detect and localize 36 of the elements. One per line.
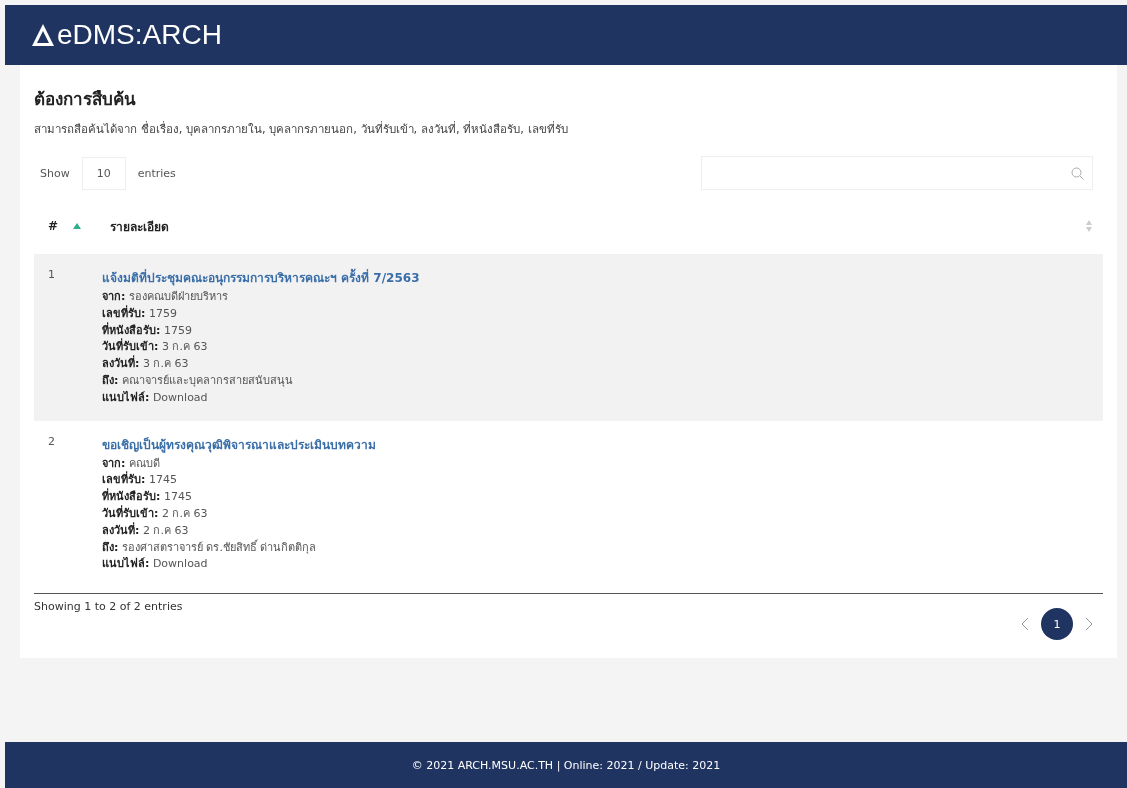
next-page-icon[interactable] <box>1085 617 1093 632</box>
row-number: 1 <box>48 268 56 283</box>
detail-line: จาก: รองคณบดีฝ่ายบริหาร <box>102 289 229 305</box>
entries-label: entries <box>137 166 176 180</box>
search-field[interactable] <box>701 156 1093 190</box>
detail-line: ลงวันที่: 3 ก.ค 63 <box>102 356 190 373</box>
detail-line: ที่หนังสือรับ: 1759 <box>102 322 193 338</box>
column-header[interactable]: รายละเอียด <box>110 216 1085 236</box>
logo-text: eDMS:ARCH <box>57 19 222 51</box>
show-label: Show <box>40 166 70 180</box>
detail-line: ที่หนังสือรับ: 1745 <box>102 489 193 505</box>
document-title-link[interactable]: ขอเชิญเป็นผู้ทรงคุณวุฒิพิจารณาและประเมินบทความ <box>102 434 376 454</box>
detail-line: วันที่รับเข้า: 2 ก.ค 63 <box>102 505 209 522</box>
detail-line: แนบไฟล์: Download <box>102 556 209 573</box>
row-number: 2 <box>48 434 56 450</box>
detail-line: วันที่รับเข้า: 3 ก.ค 63 <box>102 339 209 355</box>
detail-line: ลงวันที่: 2 ก.ค 63 <box>102 522 190 539</box>
sort-icon[interactable] <box>1085 220 1093 232</box>
detail-line: เลขที่รับ: 1745 <box>102 472 178 488</box>
detail-line: ถึง: รองศาสตราจารย์ ดร.ชัยสิทธิ์ ด่านกิตติกุล <box>102 539 318 556</box>
entries-count-field[interactable]: 10 <box>81 156 126 190</box>
detail-line: แนบไฟล์: Download <box>102 389 209 406</box>
sort-ascending-icon[interactable] <box>72 222 82 230</box>
entries-info: Showing 1 to 2 of 2 entries <box>34 600 183 616</box>
logo-icon <box>31 23 55 47</box>
document-title-link[interactable]: แจ้งมติที่ประชุมคณะอนุกรรมการบริหารคณะฯ ครั้งที่ 7/2563 <box>102 268 420 287</box>
search-icon <box>1071 166 1084 180</box>
page-title: ต้องการสืบค้น <box>34 88 137 111</box>
detail-line: ถึง: คณาจารย์และบุคลากรสายสนับสนุน <box>102 373 294 389</box>
column-header[interactable]: # <box>48 219 72 233</box>
copyright-text: © 2021 ARCH.MSU.AC.TH | Online: 2021 / Update: 2021 <box>411 758 721 772</box>
page-description: สามารถสือค้นได้จาก ชื่อเรื่อง, บุคลากรภายใน, บุคลากรภายนอก, วันที่รับเข้า, ลงวันที่, ที่หนังสือรับ, เลขที่รับ <box>34 120 569 138</box>
previous-page-icon[interactable] <box>1021 617 1029 632</box>
page-button[interactable]: 1 <box>1041 608 1073 641</box>
detail-line: เลขที่รับ: 1759 <box>102 305 178 322</box>
detail-line: จาก: คณบดี <box>102 455 161 471</box>
